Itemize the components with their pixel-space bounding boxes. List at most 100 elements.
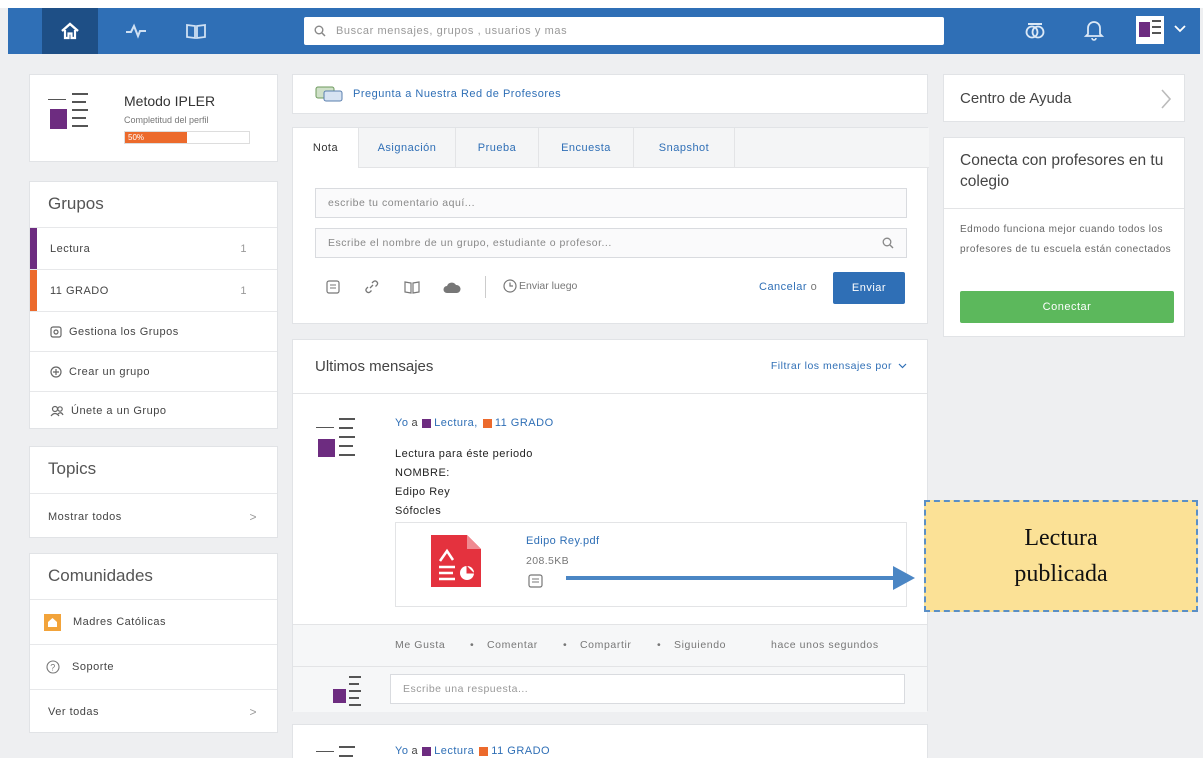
note-icon[interactable] (528, 574, 543, 588)
post-header: Yo a Lectura 11 GRADO (395, 745, 550, 757)
ask-network-banner[interactable]: Pregunta a Nuestra Red de Profesores (292, 74, 928, 114)
see-all-communities-link[interactable]: Ver todas > (30, 689, 277, 734)
like-button[interactable]: Me Gusta (395, 639, 445, 651)
filter-messages-dropdown[interactable]: Filtrar los mensajes por (771, 360, 907, 372)
post-line: NOMBRE: (395, 467, 450, 479)
create-group-link[interactable]: Crear un grupo (30, 351, 277, 391)
post-author-link[interactable]: Yo (395, 745, 408, 757)
post-author-link[interactable]: Yo (395, 417, 408, 429)
annotation-callout: Lectura publicada (924, 500, 1198, 612)
post-to-text: a (411, 745, 419, 757)
post-header: Yo a Lectura, 11 GRADO (395, 417, 554, 429)
post-line: Edipo Rey (395, 486, 451, 498)
attachment-card[interactable]: Edipo Rey.pdf 208.5KB (395, 522, 907, 607)
group-color-bar (30, 270, 37, 312)
post-actions-bar: Me Gusta • Comentar • Compartir • Siguie… (293, 624, 927, 666)
link-icon[interactable] (364, 279, 379, 294)
notifications-button[interactable] (1083, 19, 1105, 46)
post-timestamp: hace unos segundos (771, 639, 879, 651)
chevron-right-icon: > (249, 705, 257, 719)
send-later-button[interactable]: Enviar luego (503, 279, 577, 293)
see-all-label: Ver todas (48, 706, 99, 718)
note-icon[interactable] (326, 280, 340, 294)
tab-snapshot[interactable]: Snapshot (634, 128, 735, 168)
following-button[interactable]: Siguiendo (674, 639, 726, 651)
search-input[interactable]: Buscar mensajes, grupos , usuarios y mas (336, 25, 567, 37)
send-button[interactable]: Enviar (833, 272, 905, 304)
cancel-button[interactable]: Cancelar (759, 281, 807, 293)
svg-text:?: ? (50, 663, 56, 673)
cancel-group: Cancelar o (759, 281, 817, 293)
chevron-right-icon: > (249, 509, 257, 524)
cloud-drive-icon[interactable] (443, 280, 461, 294)
reply-area: Escribe una respuesta... (293, 666, 927, 712)
groups-title: Grupos (48, 194, 104, 213)
show-all-label: Mostrar todos (48, 510, 122, 523)
attachment-name[interactable]: Edipo Rey.pdf (526, 535, 599, 547)
callout-line: Lectura (1024, 525, 1098, 551)
comment-button[interactable]: Comentar (487, 639, 538, 651)
library-button[interactable] (184, 20, 208, 42)
recipients-input[interactable]: Escribe el nombre de un grupo, estudiant… (315, 228, 907, 258)
filter-label: Filtrar los mensajes por (770, 360, 892, 372)
ask-network-label: Pregunta a Nuestra Red de Profesores (353, 88, 562, 100)
help-circle-icon: ? (46, 660, 60, 674)
top-navigation-bar: Buscar mensajes, grupos , usuarios y mas (8, 8, 1200, 54)
share-button[interactable]: Compartir (580, 639, 632, 651)
tab-encuesta[interactable]: Encuesta (539, 128, 634, 168)
pdf-file-icon (431, 535, 481, 587)
join-group-link[interactable]: Únete a un Grupo (30, 391, 277, 430)
group-color-square (422, 746, 432, 756)
help-center-title: Centro de Ayuda (960, 90, 1072, 107)
create-group-label: Crear un grupo (69, 365, 150, 378)
post-group-lectura-link[interactable]: Lectura (434, 745, 474, 757)
profile-menu-button[interactable] (1174, 21, 1186, 39)
group-item-lectura[interactable]: Lectura 1 (30, 227, 277, 270)
latest-messages-title: Ultimos mensajes (315, 358, 434, 375)
reply-avatar (331, 673, 369, 709)
tab-nota[interactable]: Nota (293, 128, 359, 168)
tab-asignacion[interactable]: Asignación (359, 128, 456, 168)
post-group-lectura-link[interactable]: Lectura, (434, 417, 478, 429)
post-line: Lectura para éste periodo (395, 448, 533, 460)
backpack-button[interactable] (1024, 19, 1046, 46)
profile-progress-fill: 50% (125, 132, 187, 143)
connect-button[interactable]: Conectar (960, 291, 1174, 323)
activity-button[interactable] (124, 20, 148, 42)
post-body: Lectura para éste periodo NOMBRE: Edipo … (395, 445, 533, 521)
group-color-square (479, 746, 489, 756)
group-item-11-grado[interactable]: 11 GRADO 1 (30, 269, 277, 312)
post-group-11grado-link[interactable]: 11 GRADO (491, 745, 550, 757)
post-author-avatar[interactable] (315, 743, 361, 758)
toolbar-divider (485, 276, 486, 298)
gear-icon (50, 325, 62, 338)
latest-messages-card: Ultimos mensajes Filtrar los mensajes po… (292, 339, 928, 712)
community-icon (44, 613, 61, 631)
attachment-size: 208.5KB (526, 555, 570, 567)
reply-input[interactable]: Escribe una respuesta... (390, 674, 905, 704)
help-center-card[interactable]: Centro de Ayuda (943, 74, 1185, 122)
show-all-topics-link[interactable]: Mostrar todos > (30, 493, 277, 539)
profile-name[interactable]: Metodo IPLER (124, 93, 215, 109)
chevron-down-icon (1174, 25, 1186, 33)
home-icon (61, 22, 79, 40)
profile-avatar-image[interactable] (46, 89, 96, 137)
library-icon[interactable] (404, 280, 420, 294)
home-button[interactable] (42, 8, 98, 54)
manage-groups-link[interactable]: Gestiona los Grupos (30, 311, 277, 351)
profile-avatar[interactable] (1136, 16, 1164, 44)
group-color-square (482, 418, 492, 428)
post-group-11grado-link[interactable]: 11 GRADO (495, 417, 554, 429)
search-icon (882, 237, 894, 249)
community-item-soporte[interactable]: ? Soporte (30, 644, 277, 689)
group-color-bar (30, 228, 37, 270)
groups-card: Grupos Lectura 1 11 GRADO 1 Gestiona los… (29, 181, 278, 429)
clock-icon (503, 279, 517, 293)
group-name: Lectura (50, 242, 91, 255)
search-bar[interactable]: Buscar mensajes, grupos , usuarios y mas (304, 17, 944, 45)
comment-input[interactable]: escribe tu comentario aquí... (315, 188, 907, 218)
community-item-madres[interactable]: Madres Católicas (30, 599, 277, 644)
topics-title: Topics (48, 459, 97, 478)
post-author-avatar[interactable] (315, 415, 361, 463)
tab-prueba[interactable]: Prueba (456, 128, 539, 168)
